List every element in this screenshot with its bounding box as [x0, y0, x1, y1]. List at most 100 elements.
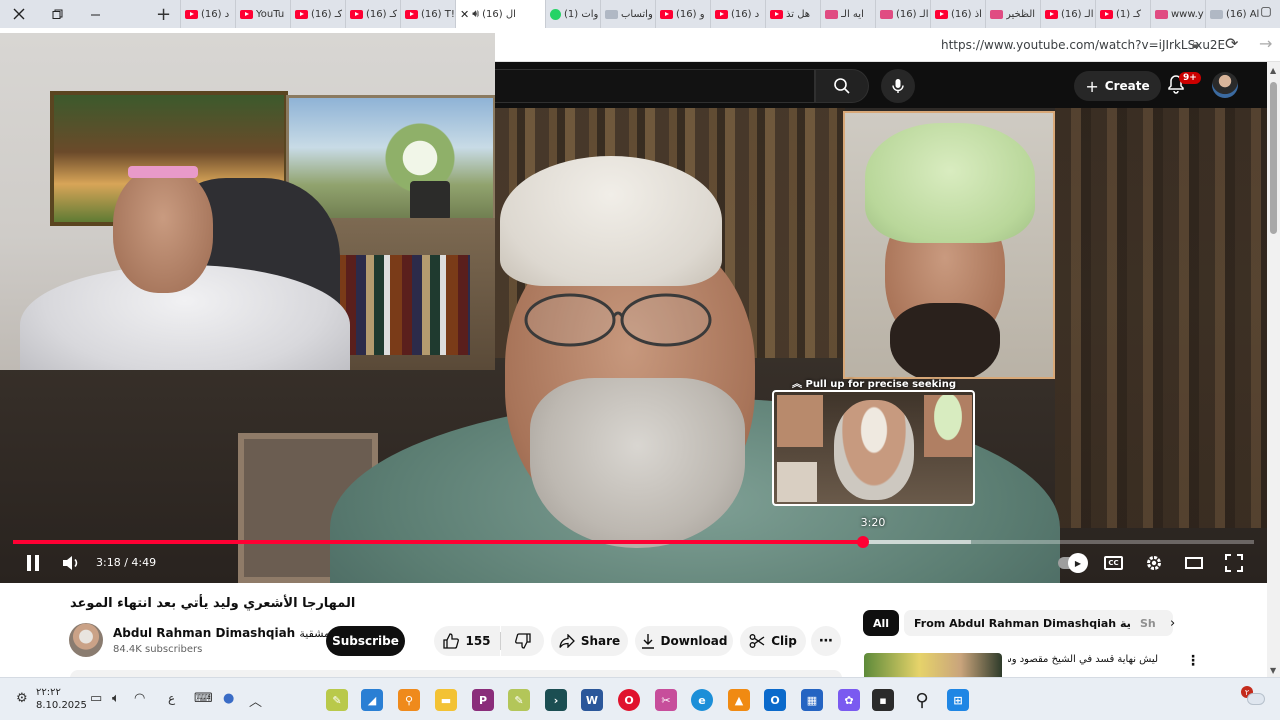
browser-tab[interactable]: (16) Al: [1205, 0, 1260, 28]
battery-icon[interactable]: ▭: [90, 691, 102, 706]
store-app-icon[interactable]: ▦: [801, 689, 823, 711]
settings-button[interactable]: [1143, 551, 1165, 575]
tab-overview-icon[interactable]: ▢: [1256, 4, 1276, 24]
browser-tab[interactable]: هل تذ: [765, 0, 820, 28]
notepad-plus-icon[interactable]: ✎: [508, 689, 530, 711]
browser-tab[interactable]: (16) أذ: [930, 0, 985, 28]
chip-shorts[interactable]: Sh: [1130, 610, 1164, 636]
browser-tab[interactable]: (16) T!: [400, 0, 455, 28]
search-icon[interactable]: ⚲: [911, 689, 933, 711]
settings-gear-icon[interactable]: ⚙: [16, 691, 28, 706]
browser-tab[interactable]: (16) د: [710, 0, 765, 28]
forward-icon[interactable]: →: [1259, 34, 1272, 53]
browser-tab[interactable]: (16) و: [655, 0, 710, 28]
captions-button[interactable]: CC: [1104, 556, 1123, 570]
vlc-app-icon[interactable]: ▲: [728, 689, 750, 711]
word-app-icon[interactable]: W: [581, 689, 603, 711]
file-explorer-icon[interactable]: ▬: [435, 689, 457, 711]
windows-start-icon[interactable]: ⊞: [947, 689, 969, 711]
browser-tab[interactable]: (16) الـ: [1040, 0, 1095, 28]
channel-name[interactable]: Abdul Rahman Dimashqiah دمشقية: [113, 626, 335, 640]
minimize-window-icon[interactable]: [76, 0, 114, 28]
clip-button[interactable]: Clip: [740, 626, 806, 656]
youtube-icon: [350, 9, 363, 19]
chip-all[interactable]: All: [863, 610, 900, 636]
browser-tab[interactable]: (1) وات: [545, 0, 600, 28]
close-window-icon[interactable]: [0, 0, 38, 28]
autoplay-play-icon[interactable]: ▶: [1068, 553, 1088, 573]
copilot-app-icon[interactable]: ✿: [838, 689, 860, 711]
progress-bar[interactable]: [13, 536, 1254, 548]
opera-app-icon[interactable]: O: [618, 689, 640, 711]
scroll-down-icon[interactable]: ▼: [1270, 666, 1276, 675]
paint-app-icon[interactable]: ◢: [361, 689, 383, 711]
search-button[interactable]: [815, 69, 869, 103]
seek-hint-text: Pull up for precise seeking: [805, 379, 956, 390]
download-label: Download: [660, 634, 728, 648]
progress-scrubber[interactable]: [857, 536, 870, 548]
reload-icon[interactable]: ⟳: [1225, 34, 1238, 53]
webcam-vase: [410, 181, 450, 221]
chevron-up-icon[interactable]: ︿: [249, 691, 262, 710]
download-button[interactable]: Download: [635, 626, 733, 656]
webcam-overlay: [0, 33, 495, 370]
browser-tab[interactable]: الظخير: [985, 0, 1040, 28]
outlook-app-icon[interactable]: O: [764, 689, 786, 711]
fullscreen-button[interactable]: [1223, 551, 1245, 575]
scroll-up-icon[interactable]: ▲: [1270, 66, 1276, 75]
share-button[interactable]: Share: [551, 626, 628, 656]
snipping-tool-icon[interactable]: ✂: [655, 689, 677, 711]
microphone-icon[interactable]: ●: [223, 691, 234, 706]
new-tab-icon[interactable]: +: [156, 4, 171, 25]
recommended-video-title[interactable]: ليش نهاية قسد في الشيخ مقصود وسوريا: [1008, 654, 1158, 668]
recommended-more-icon[interactable]: ⋮: [1186, 653, 1200, 669]
account-avatar[interactable]: [1212, 72, 1238, 98]
browser-tab-active[interactable]: ✕ 🔊︎ (16) ال: [455, 0, 545, 28]
tab-close-icon[interactable]: ✕: [460, 8, 469, 21]
pause-button[interactable]: [22, 551, 44, 575]
dislike-button[interactable]: [501, 626, 544, 656]
theater-mode-button[interactable]: [1183, 551, 1205, 575]
tab-title: (16) كـ: [311, 8, 343, 20]
create-button[interactable]: + Create: [1074, 71, 1161, 101]
notepad-app-icon[interactable]: ✎: [326, 689, 348, 711]
restore-window-icon[interactable]: [38, 0, 76, 28]
browser-tab[interactable]: (1) كـ: [1095, 0, 1150, 28]
download-icon: [641, 634, 654, 649]
browser-tab[interactable]: (16) كـ: [345, 0, 400, 28]
browser-tab[interactable]: (16) كـ: [290, 0, 345, 28]
wifi-icon[interactable]: ◠: [134, 691, 145, 706]
browser-tab[interactable]: YouTu: [235, 0, 290, 28]
speaker-icon[interactable]: 🔈︎: [112, 691, 120, 706]
keyboard-icon[interactable]: ⌨: [194, 691, 213, 706]
search-app-icon[interactable]: ⚲: [398, 689, 420, 711]
subscribe-button[interactable]: Subscribe: [326, 626, 405, 656]
like-button[interactable]: 155: [434, 626, 500, 656]
voice-search-button[interactable]: [881, 69, 915, 103]
chevron-right-icon[interactable]: ›: [1170, 616, 1175, 631]
audio-playing-icon[interactable]: 🔊︎: [472, 7, 479, 21]
pause-icon: [27, 555, 39, 571]
browser-tab[interactable]: (16) الـ: [875, 0, 930, 28]
input-language[interactable]: ع: [168, 691, 175, 705]
edge-app-icon[interactable]: e: [691, 689, 713, 711]
scrollbar-thumb[interactable]: [1270, 82, 1277, 234]
taskbar-clock[interactable]: ٢٢:٢٢ 8.10.2025: [36, 686, 87, 712]
search-input[interactable]: [495, 69, 815, 103]
seek-hint: ︽ Pull up for precise seeking: [770, 375, 978, 390]
channel-avatar[interactable]: [69, 623, 103, 657]
browser-tab[interactable]: (16) د: [180, 0, 235, 28]
more-actions-icon[interactable]: ⋯: [811, 626, 841, 656]
terminal-app-icon[interactable]: ›: [545, 689, 567, 711]
recommended-video-thumbnail[interactable]: [864, 653, 1002, 677]
browser-tab[interactable]: واتساب: [600, 0, 655, 28]
page-scrollbar[interactable]: ▲ ▼: [1267, 62, 1280, 677]
browser-tab[interactable]: ايه الـ: [820, 0, 875, 28]
volume-button[interactable]: [60, 551, 82, 575]
terminal-black-icon[interactable]: ▪: [872, 689, 894, 711]
lock-icon[interactable]: 🔒︎: [1192, 37, 1198, 52]
url-field[interactable]: https://www.youtube.com/watch?v=iJIrkLSx…: [941, 38, 1225, 52]
pdf-app-icon[interactable]: P: [472, 689, 494, 711]
weather-icon[interactable]: [1247, 693, 1265, 705]
browser-tab[interactable]: www.y: [1150, 0, 1205, 28]
